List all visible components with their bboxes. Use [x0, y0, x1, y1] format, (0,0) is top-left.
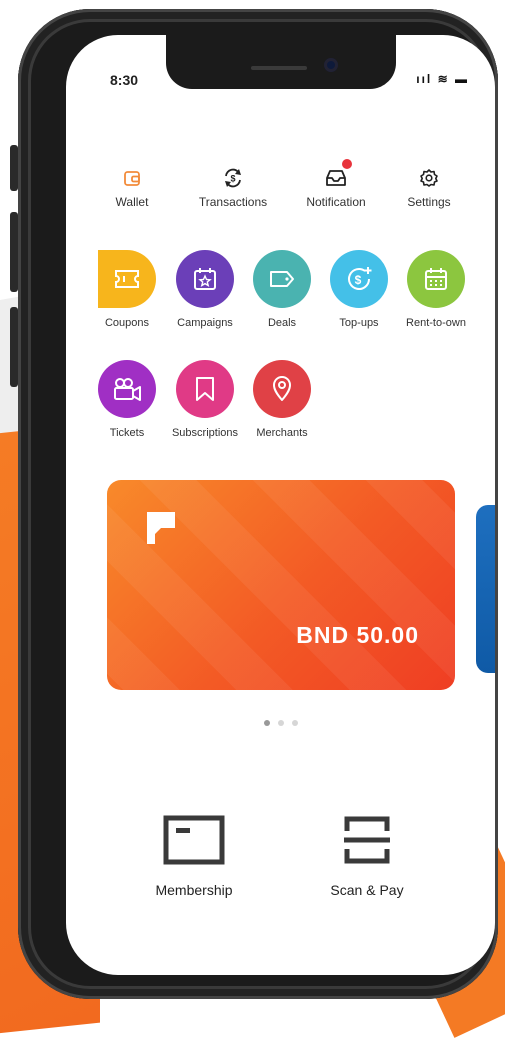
calendar-star-icon	[194, 268, 216, 290]
service-label: Merchants	[256, 427, 308, 439]
quick-action-wallet[interactable]: Wallet	[82, 165, 182, 209]
service-label: Coupons	[104, 317, 150, 329]
service-circle	[253, 250, 311, 308]
mute-switch	[10, 145, 18, 191]
service-coupons[interactable]: Coupons	[87, 250, 167, 329]
service-deals[interactable]: Deals	[242, 250, 322, 329]
service-label: Campaigns	[177, 317, 233, 329]
carousel-dots	[66, 720, 495, 726]
service-subscriptions[interactable]: Subscriptions	[165, 360, 245, 439]
volume-down-button	[10, 307, 18, 387]
svg-text:$: $	[230, 174, 235, 184]
quick-action-transactions[interactable]: $ Transactions	[183, 165, 283, 209]
scan-pay-label: Scan & Pay	[330, 882, 404, 898]
carousel-dot[interactable]	[277, 720, 284, 726]
card-balance: BND 50.00	[296, 622, 419, 648]
service-circle: $	[330, 250, 388, 308]
quick-action-label: Notification	[306, 195, 366, 209]
ticket-icon	[115, 270, 139, 288]
tag-icon	[270, 271, 294, 287]
service-merchants[interactable]: Merchants	[242, 360, 322, 439]
front-camera	[324, 58, 338, 72]
speaker	[251, 66, 307, 70]
phone-frame: 8:30 ııl ≋ ▬ Wallet $ Transactions Notif…	[10, 9, 498, 999]
service-circle	[98, 360, 156, 418]
quick-action-label: Wallet	[115, 195, 149, 209]
service-label: Top-ups	[339, 317, 379, 329]
quick-action-settings[interactable]: Settings	[379, 165, 479, 209]
service-circle	[253, 360, 311, 418]
membership-card-icon	[163, 815, 225, 865]
volume-up-button	[10, 212, 18, 292]
service-circle	[176, 360, 234, 418]
notch	[166, 35, 396, 89]
quick-action-label: Settings	[407, 195, 451, 209]
next-card-peek[interactable]	[476, 505, 495, 673]
status-time: 8:30	[110, 72, 139, 88]
scan-icon	[344, 816, 390, 864]
quick-action-notification[interactable]: Notification	[286, 159, 386, 209]
app-screen: 8:30 ııl ≋ ▬ Wallet $ Transactions Notif…	[66, 35, 495, 975]
status-indicators: ııl ≋ ▬	[416, 72, 469, 86]
service-campaigns[interactable]: Campaigns	[165, 250, 245, 329]
service-label: Deals	[267, 317, 297, 329]
carousel-dot[interactable]	[291, 720, 298, 726]
calendar-icon	[425, 268, 447, 290]
service-label: Subscriptions	[171, 427, 239, 439]
dollar-plus-icon: $	[348, 267, 372, 290]
gear-icon	[420, 169, 438, 187]
service-circle	[407, 250, 465, 308]
service-label: Tickets	[109, 427, 145, 439]
video-camera-icon	[114, 378, 141, 401]
service-tickets[interactable]: Tickets	[87, 360, 167, 439]
service-rent-to-own[interactable]: Rent-to-own	[396, 250, 476, 329]
bookmark-icon	[196, 377, 214, 401]
scan-pay-button[interactable]: Scan & Pay	[292, 815, 442, 898]
wallet-card[interactable]: BND 50.00	[107, 480, 455, 690]
service-label: Rent-to-own	[406, 317, 466, 329]
svg-text:$: $	[355, 273, 362, 287]
inbox-icon	[326, 170, 346, 186]
membership-label: Membership	[155, 882, 233, 898]
transactions-icon: $	[225, 168, 241, 188]
service-circle	[176, 250, 234, 308]
notification-badge	[342, 159, 352, 169]
quick-action-label: Transactions	[198, 195, 268, 209]
brand-logo	[147, 512, 175, 544]
wallet-icon	[124, 171, 140, 186]
membership-button[interactable]: Membership	[119, 815, 269, 898]
carousel-dot[interactable]	[263, 720, 270, 726]
service-top-ups[interactable]: $ Top-ups	[319, 250, 399, 329]
location-pin-icon	[273, 376, 291, 401]
service-circle	[98, 250, 156, 308]
